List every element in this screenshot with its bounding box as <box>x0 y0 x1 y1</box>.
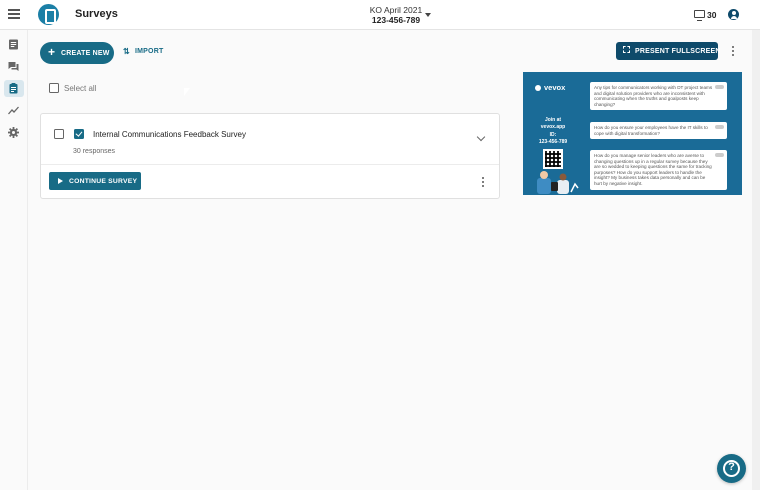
plus-icon: + <box>48 45 56 59</box>
survey-title[interactable]: Internal Communications Feedback Survey <box>93 130 246 139</box>
preview-question-text: How do you manage senior leaders who are… <box>594 153 712 186</box>
create-new-label: CREATE NEW <box>61 49 110 57</box>
messages-icon <box>8 62 19 71</box>
sidebar-item-messages[interactable] <box>4 58 24 75</box>
present-fullscreen-label: PRESENT FULLSCREEN <box>635 47 721 55</box>
preview-id-value: 123-456-789 <box>538 138 568 145</box>
import-label: IMPORT <box>135 48 164 55</box>
like-badge-icon <box>715 85 724 89</box>
sidebar <box>0 30 28 490</box>
preview-question-text: Any tips for communicators working with … <box>594 85 713 107</box>
help-button[interactable]: ? <box>717 454 746 483</box>
card-divider <box>41 164 499 165</box>
page-scrollbar[interactable] <box>752 30 760 490</box>
account-icon[interactable] <box>728 9 739 20</box>
like-badge-icon <box>715 125 724 129</box>
participant-count: 30 <box>707 10 717 20</box>
create-new-button[interactable]: + CREATE NEW <box>40 42 114 64</box>
sidebar-item-surveys[interactable] <box>4 80 24 97</box>
sidebar-item-questions[interactable] <box>4 36 24 53</box>
continue-survey-label: CONTINUE SURVEY <box>69 177 138 185</box>
mouse-cursor-icon <box>184 88 190 96</box>
preview-question: How do you ensure your employees have th… <box>590 122 727 140</box>
page-title: Surveys <box>75 8 118 20</box>
survey-response-count: 30 responses <box>73 148 116 155</box>
surveys-icon <box>9 83 18 94</box>
survey-card: Internal Communications Feedback Survey … <box>40 113 500 199</box>
help-icon: ? <box>728 461 735 473</box>
survey-active-checkbox[interactable] <box>74 129 84 139</box>
preview-question: Any tips for communicators working with … <box>590 82 727 111</box>
logo-icon[interactable] <box>38 4 59 25</box>
chevron-down-icon[interactable] <box>425 13 431 17</box>
event-name: KO April 2021 <box>369 5 423 15</box>
preview-join-url: vevox.app <box>540 123 566 130</box>
like-badge-icon <box>715 153 724 157</box>
event-code: 123-456-789 <box>371 15 421 25</box>
preview-join-info: Join at vevox.app ID: 123-456-789 <box>533 117 573 145</box>
people-illustration-icon <box>537 171 579 194</box>
continue-survey-button[interactable]: CONTINUE SURVEY <box>49 172 141 190</box>
import-icon: ⇅ <box>123 47 130 56</box>
survey-more-options-icon[interactable] <box>480 177 486 189</box>
questions-icon <box>9 39 18 50</box>
fullscreen-icon <box>623 46 630 53</box>
top-bar: Surveys KO April 2021 123-456-789 30 <box>0 0 760 30</box>
hamburger-icon[interactable] <box>8 9 20 19</box>
play-icon <box>58 177 63 184</box>
survey-select-checkbox[interactable] <box>54 129 64 139</box>
preview-question-text: How do you ensure your employees have th… <box>594 125 708 136</box>
preview-brand: vevox <box>535 83 565 92</box>
analytics-icon <box>8 106 19 115</box>
preview-question: How do you manage senior leaders who are… <box>590 150 727 190</box>
sidebar-item-settings[interactable] <box>4 124 24 141</box>
chevron-down-icon[interactable] <box>476 132 486 142</box>
select-all-checkbox[interactable] <box>49 83 59 93</box>
select-all-label: Select all <box>64 84 97 93</box>
event-selector[interactable]: KO April 2021 123-456-789 <box>360 5 432 25</box>
settings-icon <box>8 127 19 138</box>
qr-code-icon <box>543 149 563 169</box>
page-more-options-icon[interactable] <box>730 46 736 58</box>
sidebar-item-analytics[interactable] <box>4 102 24 119</box>
present-fullscreen-button[interactable]: PRESENT FULLSCREEN <box>616 42 721 60</box>
screen-icon[interactable] <box>694 10 705 21</box>
presentation-preview[interactable]: vevox Join at vevox.app ID: 123-456-789 … <box>523 72 742 195</box>
